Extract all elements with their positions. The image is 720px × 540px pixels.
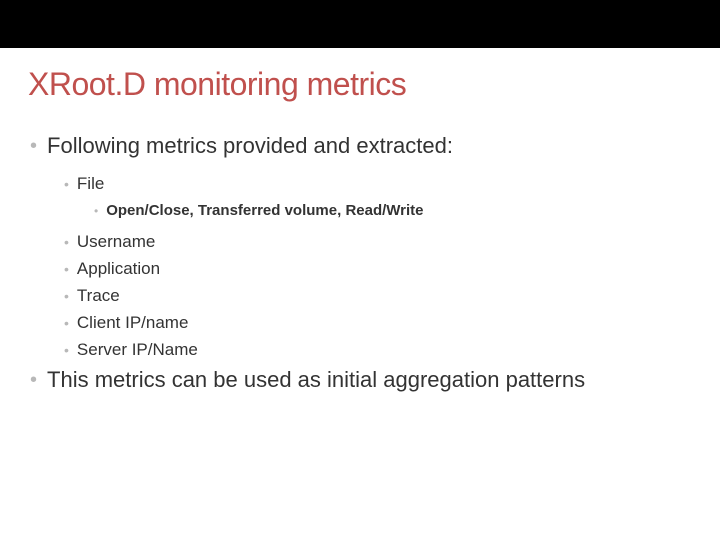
bullet-text: Following metrics provided and extracted… [47, 133, 453, 159]
bullet-level2: • Client IP/name [28, 312, 692, 334]
bullet-text: File [77, 173, 104, 195]
bullet-level2: • Application [28, 258, 692, 280]
bullet-level3: • Open/Close, Transferred volume, Read/W… [28, 201, 692, 221]
bullet-level2: • File [28, 173, 692, 195]
bullet-text: Application [77, 258, 160, 280]
bullet-dot-icon: • [64, 285, 69, 307]
slide-content: XRoot.D monitoring metrics • Following m… [0, 48, 720, 393]
bullet-level2: • Username [28, 231, 692, 253]
bullet-level1: • This metrics can be used as initial ag… [28, 367, 692, 393]
bullet-text: Server IP/Name [77, 339, 198, 361]
bullet-dot-icon: • [94, 201, 98, 221]
bullet-dot-icon: • [64, 258, 69, 280]
bullet-dot-icon: • [30, 133, 37, 159]
bullet-dot-icon: • [30, 367, 37, 393]
bullet-text: This metrics can be used as initial aggr… [47, 367, 585, 393]
bullet-dot-icon: • [64, 173, 69, 195]
bullet-dot-icon: • [64, 312, 69, 334]
bullet-dot-icon: • [64, 231, 69, 253]
bullet-text: Trace [77, 285, 120, 307]
slide-title: XRoot.D monitoring metrics [28, 66, 692, 103]
bullet-level2: • Server IP/Name [28, 339, 692, 361]
bullet-text: Client IP/name [77, 312, 189, 334]
bullet-text: Open/Close, Transferred volume, Read/Wri… [106, 201, 423, 221]
bullet-dot-icon: • [64, 339, 69, 361]
bullet-level2: • Trace [28, 285, 692, 307]
bullet-text: Username [77, 231, 155, 253]
top-black-bar [0, 0, 720, 48]
bullet-level1: • Following metrics provided and extract… [28, 133, 692, 159]
